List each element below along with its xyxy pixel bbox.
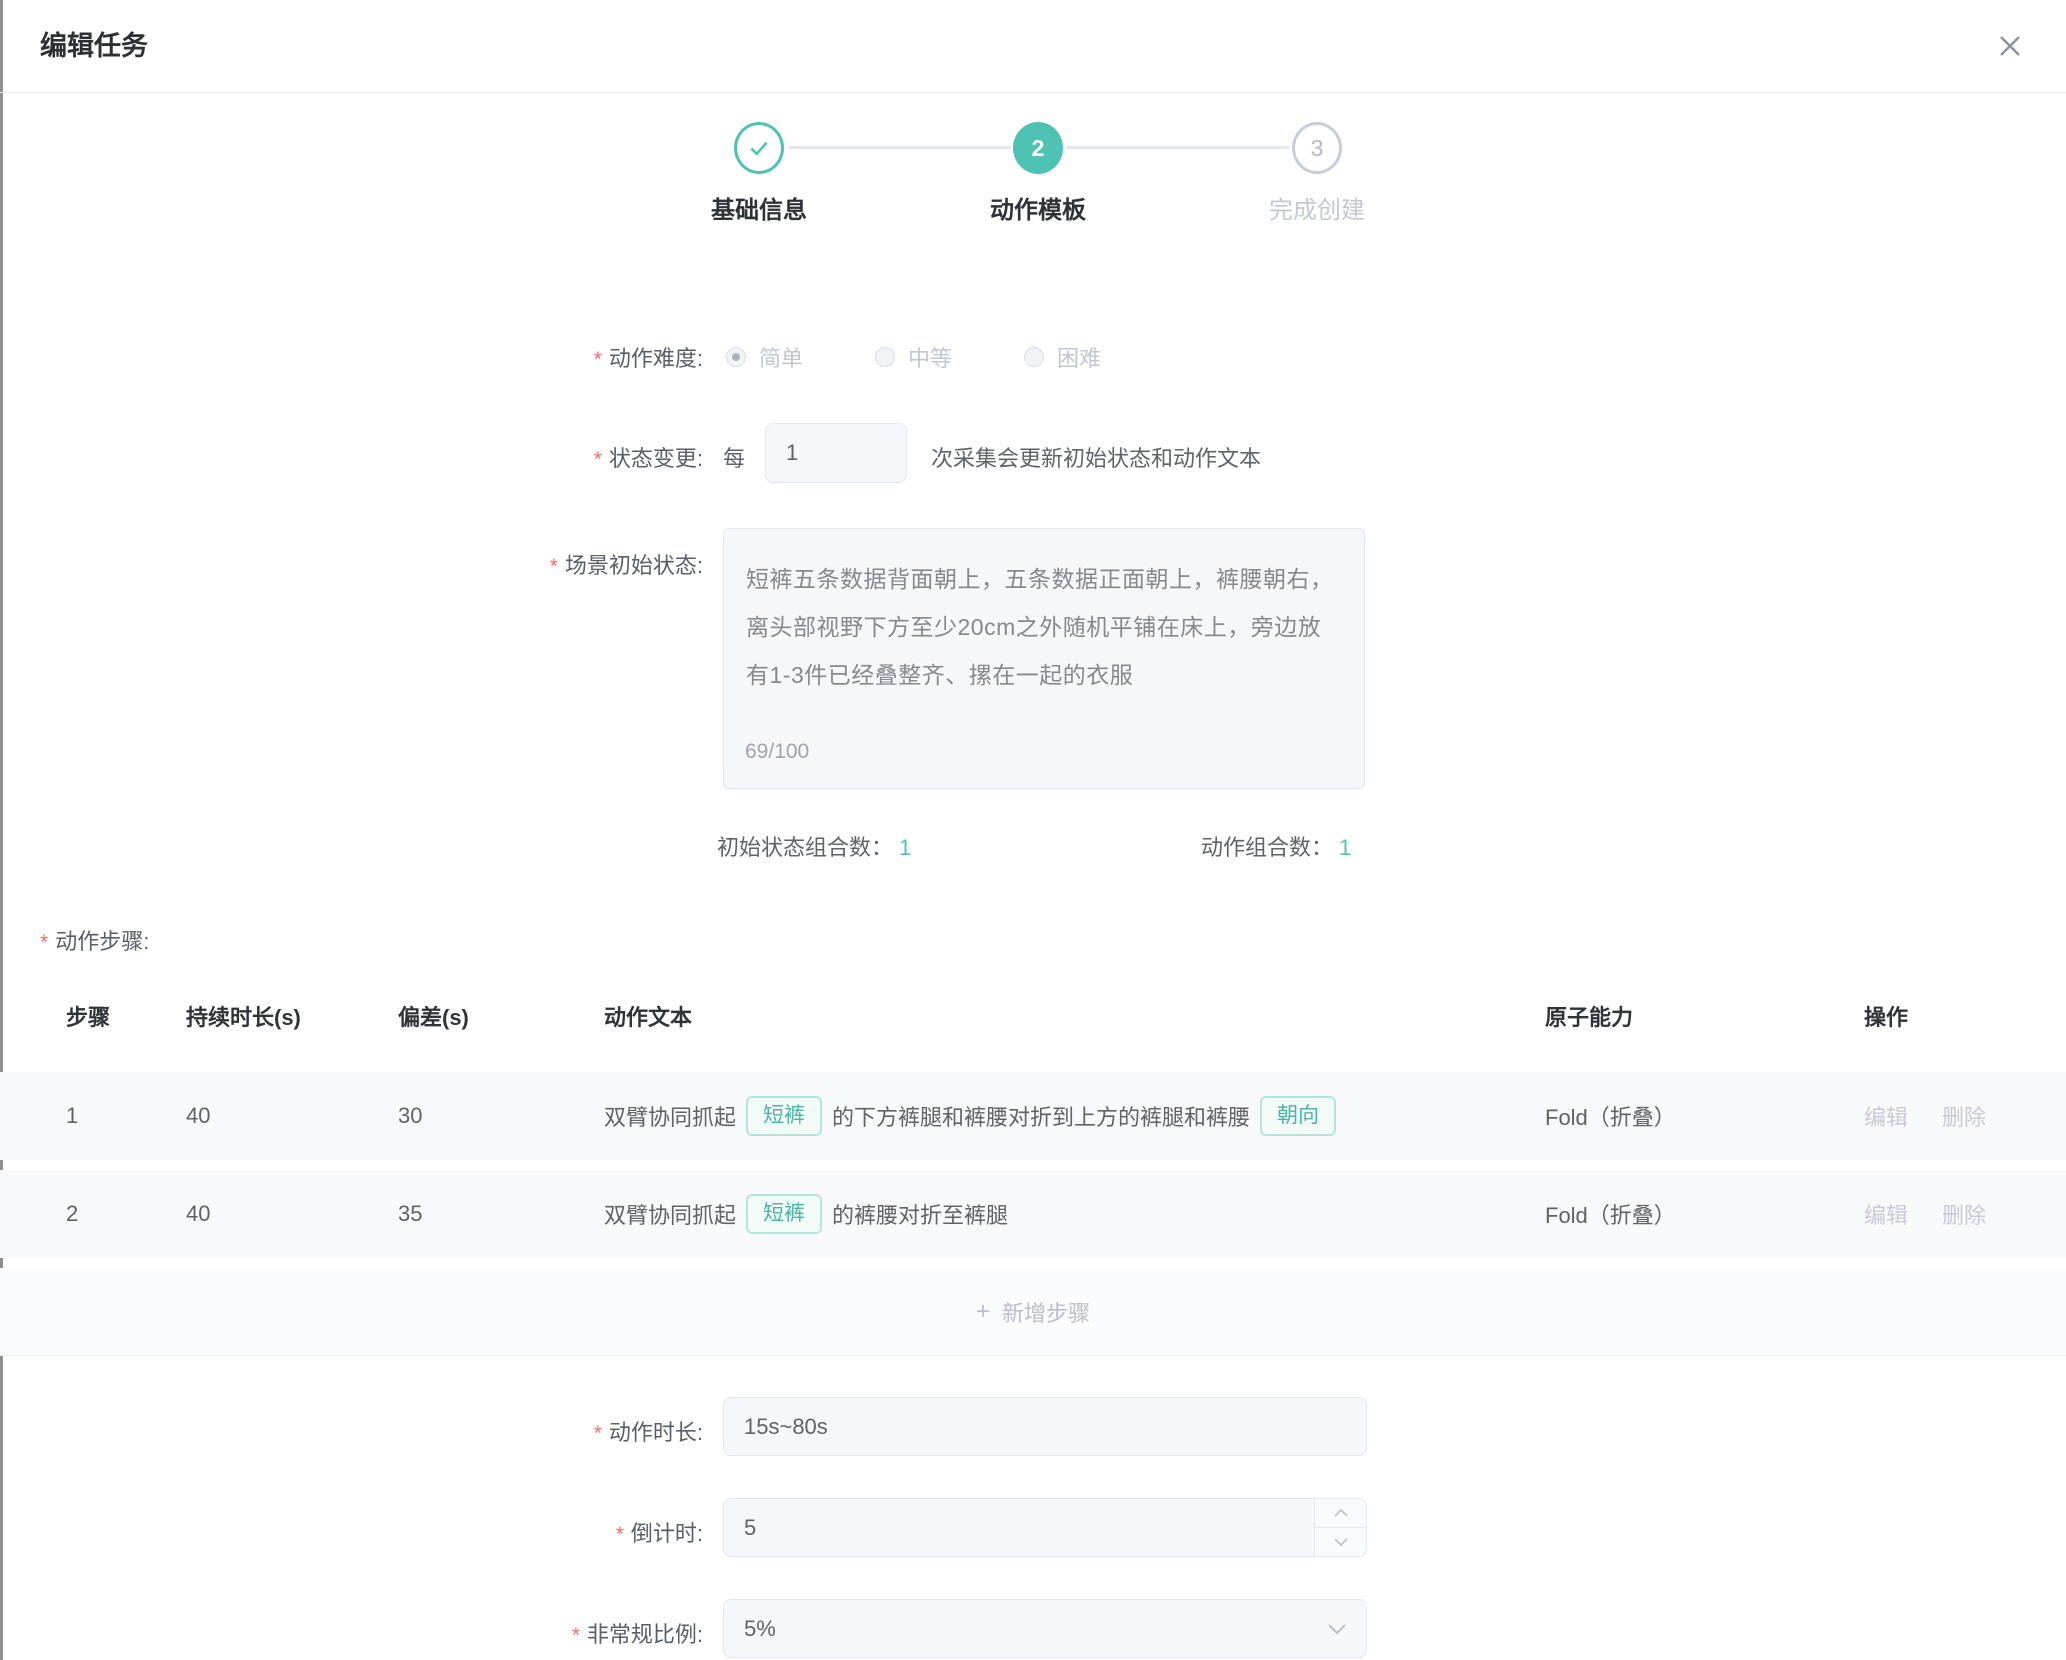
col-header-step: 步骤 bbox=[66, 1000, 186, 1032]
cell-operations: 编辑 删除 bbox=[1864, 1198, 2066, 1230]
cell-ability: Fold（折叠） bbox=[1545, 1100, 1864, 1132]
action-text-segment: 的裤腰对折至裤腿 bbox=[832, 1198, 1008, 1230]
radio-difficulty-easy[interactable]: 简单 bbox=[726, 341, 803, 373]
cell-duration: 40 bbox=[186, 1103, 398, 1129]
col-header-action-text: 动作文本 bbox=[604, 1000, 1545, 1032]
edit-link[interactable]: 编辑 bbox=[1864, 1100, 1908, 1132]
action-text-tag: 短裤 bbox=[746, 1194, 822, 1234]
col-header-deviation: 偏差(s) bbox=[398, 1000, 604, 1032]
required-asterisk: * bbox=[40, 931, 48, 954]
radio-label: 简单 bbox=[759, 341, 803, 373]
table-row: 2 40 35 双臂协同抓起短裤的裤腰对折至裤腿 Fold（折叠） 编辑 删除 bbox=[0, 1170, 2066, 1258]
required-asterisk: * bbox=[594, 348, 602, 371]
cell-ability: Fold（折叠） bbox=[1545, 1198, 1864, 1230]
chevron-down-icon bbox=[1333, 1537, 1349, 1547]
action-text-tag: 朝向 bbox=[1260, 1096, 1336, 1136]
step-connector-1 bbox=[789, 146, 1011, 149]
steps-table-header: 步骤 持续时长(s) 偏差(s) 动作文本 原子能力 操作 bbox=[0, 985, 2066, 1047]
required-asterisk: * bbox=[616, 1523, 624, 1546]
cell-action-text: 双臂协同抓起短裤的裤腰对折至裤腿 bbox=[604, 1194, 1545, 1234]
action-duration-input[interactable] bbox=[723, 1397, 1367, 1456]
irregular-ratio-select[interactable]: 5% bbox=[723, 1599, 1367, 1658]
step-2-circle: 2 bbox=[1013, 122, 1063, 174]
step-2-number: 2 bbox=[1032, 135, 1045, 162]
radio-difficulty-medium[interactable]: 中等 bbox=[875, 341, 952, 373]
cell-step: 1 bbox=[66, 1103, 186, 1129]
delete-link[interactable]: 删除 bbox=[1942, 1198, 1986, 1230]
cell-operations: 编辑 删除 bbox=[1864, 1100, 2066, 1132]
step-1-circle bbox=[734, 122, 784, 174]
action-text-segment: 双臂协同抓起 bbox=[604, 1100, 736, 1132]
spinner-down-button[interactable] bbox=[1315, 1528, 1366, 1556]
step-2-label: 动作模板 bbox=[898, 190, 1178, 225]
radio-difficulty-hard[interactable]: 困难 bbox=[1024, 341, 1101, 373]
add-step-button[interactable]: + 新增步骤 bbox=[976, 1296, 1090, 1328]
scene-initial-state-textarea[interactable]: 短裤五条数据背面朝上，五条数据正面朝上，裤腰朝右，离头部视野下方至少20cm之外… bbox=[723, 528, 1365, 789]
required-asterisk: * bbox=[594, 448, 602, 471]
state-change-suffix: 次采集会更新初始状态和动作文本 bbox=[931, 441, 1261, 473]
required-asterisk: * bbox=[572, 1624, 580, 1647]
cell-deviation: 30 bbox=[398, 1103, 604, 1129]
action-steps-label: *动作步骤: bbox=[40, 924, 149, 956]
radio-icon bbox=[1024, 347, 1044, 367]
step-1-label: 基础信息 bbox=[619, 190, 899, 225]
state-change-prefix: 每 bbox=[723, 441, 745, 473]
irregular-ratio-value: 5% bbox=[744, 1616, 776, 1642]
chevron-up-icon bbox=[1333, 1508, 1349, 1518]
col-header-ability: 原子能力 bbox=[1545, 1000, 1864, 1032]
required-asterisk: * bbox=[594, 1422, 602, 1445]
state-change-label: *状态变更: bbox=[380, 441, 703, 473]
action-text-segment: 双臂协同抓起 bbox=[604, 1198, 736, 1230]
step-3-circle: 3 bbox=[1292, 122, 1342, 174]
close-icon bbox=[1994, 30, 2026, 62]
number-spinner bbox=[1314, 1499, 1366, 1556]
cell-action-text: 双臂协同抓起短裤的下方裤腿和裤腰对折到上方的裤腿和裤腰朝向 bbox=[604, 1096, 1545, 1136]
delete-link[interactable]: 删除 bbox=[1942, 1100, 1986, 1132]
countdown-input-wrap bbox=[723, 1498, 1367, 1557]
required-asterisk: * bbox=[550, 555, 558, 578]
action-combo: 动作组合数：1 bbox=[1201, 830, 1351, 862]
header-divider bbox=[0, 92, 2066, 93]
step-3-number: 3 bbox=[1311, 135, 1324, 162]
action-duration-label: *动作时长: bbox=[380, 1415, 703, 1447]
difficulty-label: *动作难度: bbox=[380, 341, 703, 373]
spinner-up-button[interactable] bbox=[1315, 1499, 1366, 1528]
action-combo-value: 1 bbox=[1339, 835, 1351, 860]
col-header-operations: 操作 bbox=[1864, 1000, 2066, 1032]
countdown-input[interactable] bbox=[724, 1499, 1284, 1556]
irregular-ratio-label: *非常规比例: bbox=[380, 1617, 703, 1649]
dialog-title: 编辑任务 bbox=[40, 0, 148, 92]
edit-link[interactable]: 编辑 bbox=[1864, 1198, 1908, 1230]
radio-label: 困难 bbox=[1057, 341, 1101, 373]
radio-label: 中等 bbox=[908, 341, 952, 373]
initial-combo-value: 1 bbox=[899, 835, 911, 860]
cell-duration: 40 bbox=[186, 1201, 398, 1227]
plus-icon: + bbox=[976, 1300, 990, 1324]
countdown-label: *倒计时: bbox=[380, 1516, 703, 1548]
check-icon bbox=[745, 134, 773, 162]
step-connector-2 bbox=[1067, 146, 1289, 149]
dialog-left-edge bbox=[0, 0, 3, 1660]
add-step-row: + 新增步骤 bbox=[0, 1268, 2066, 1356]
edit-task-dialog: 编辑任务 2 3 基础信息 动作模板 完成创建 *动作难度: 简单 中等 bbox=[0, 0, 2066, 1660]
action-text-segment: 的下方裤腿和裤腰对折到上方的裤腿和裤腰 bbox=[832, 1100, 1250, 1132]
initial-state-combo: 初始状态组合数：1 bbox=[717, 830, 911, 862]
cell-deviation: 35 bbox=[398, 1201, 604, 1227]
close-button[interactable] bbox=[1990, 26, 2030, 66]
chevron-down-icon bbox=[1326, 1622, 1348, 1636]
dialog-header: 编辑任务 bbox=[0, 0, 2066, 92]
state-change-input[interactable] bbox=[765, 423, 907, 483]
radio-icon bbox=[726, 347, 746, 367]
step-3-label: 完成创建 bbox=[1177, 190, 1457, 225]
cell-step: 2 bbox=[66, 1201, 186, 1227]
char-counter: 69/100 bbox=[745, 740, 809, 764]
col-header-duration: 持续时长(s) bbox=[186, 1000, 398, 1032]
add-step-label: 新增步骤 bbox=[1002, 1296, 1090, 1328]
action-text-tag: 短裤 bbox=[746, 1096, 822, 1136]
radio-icon bbox=[875, 347, 895, 367]
table-row: 1 40 30 双臂协同抓起短裤的下方裤腿和裤腰对折到上方的裤腿和裤腰朝向 Fo… bbox=[0, 1072, 2066, 1160]
scene-initial-state-label: *场景初始状态: bbox=[380, 548, 703, 580]
